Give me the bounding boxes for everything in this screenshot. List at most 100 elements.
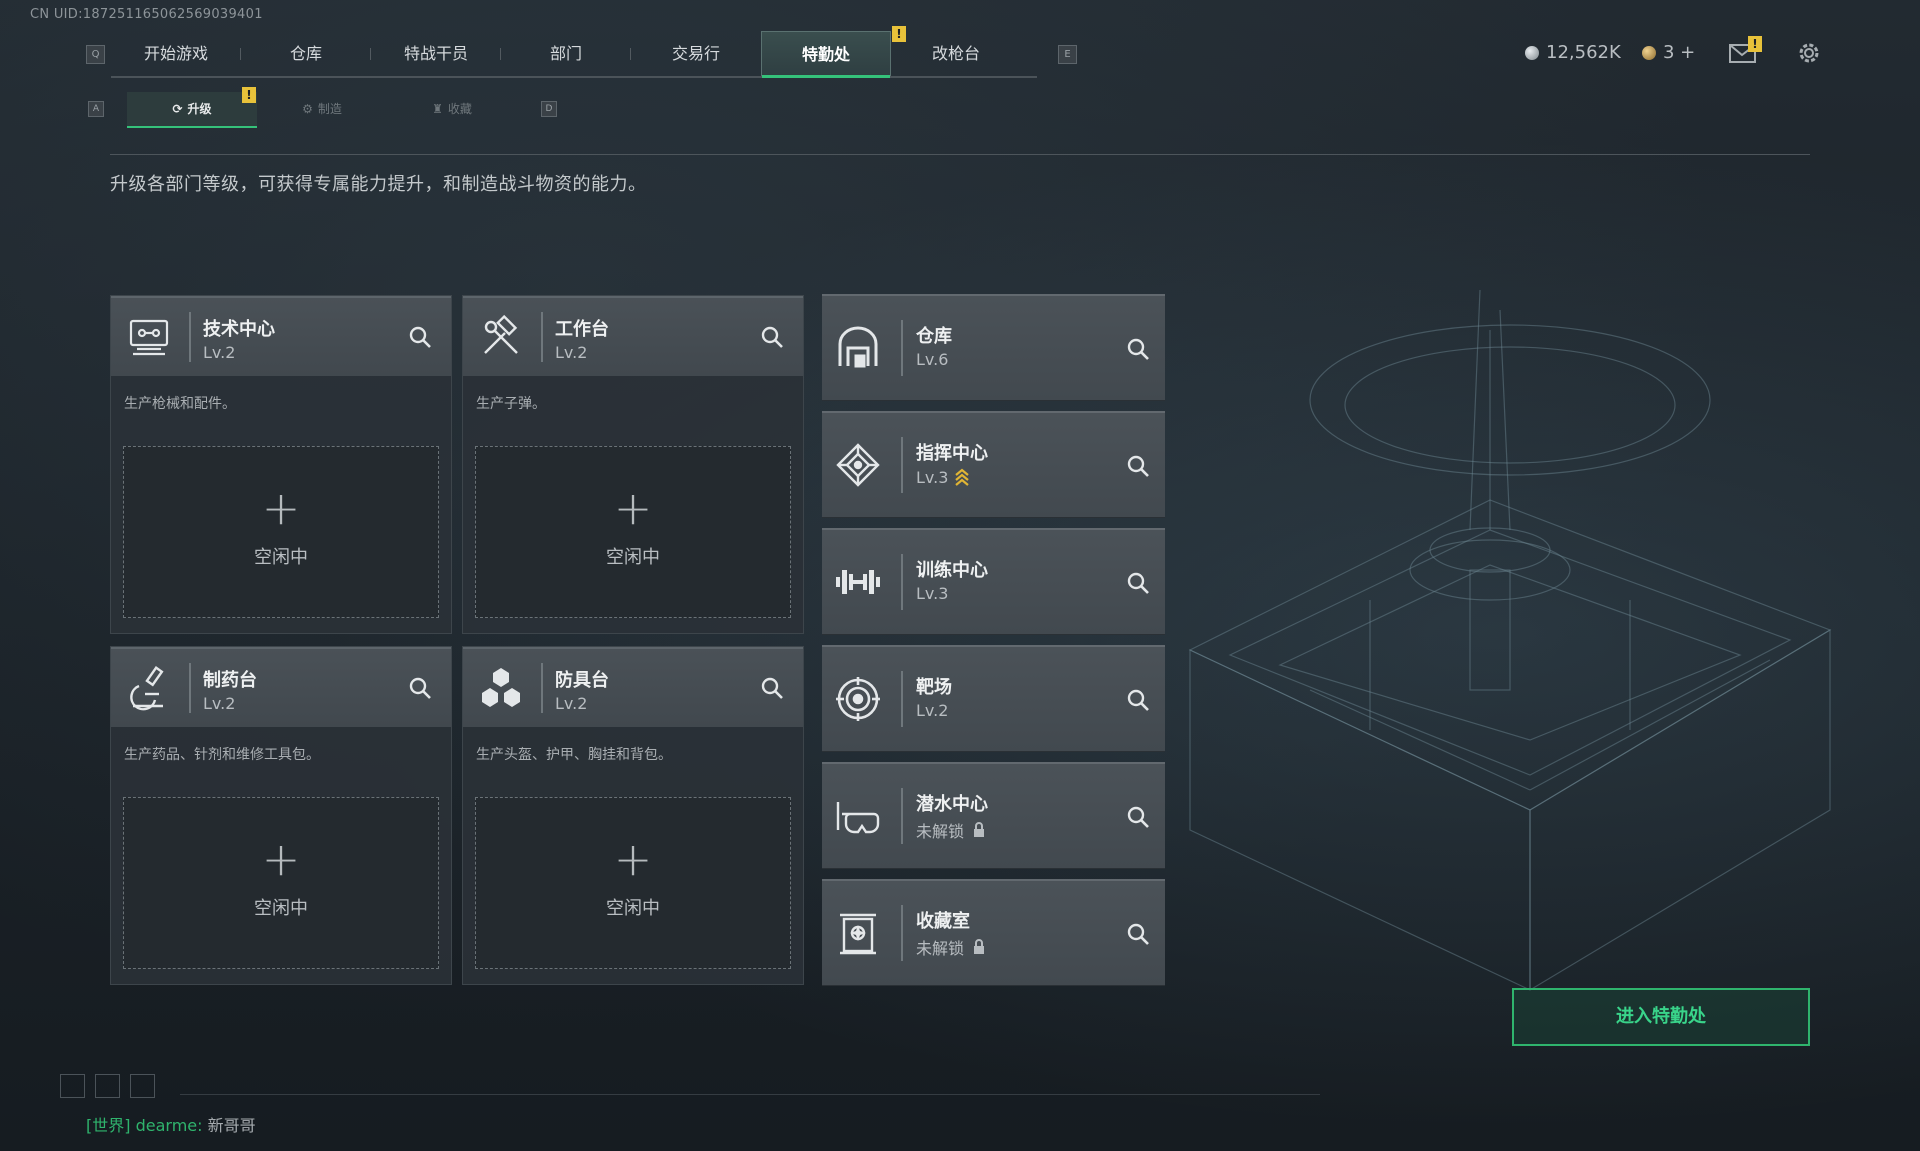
workshop-description: 生产药品、针剂和维修工具包。 bbox=[124, 747, 320, 763]
search-icon[interactable] bbox=[1125, 570, 1151, 596]
search-icon[interactable] bbox=[1125, 804, 1151, 830]
uid-label: CN UID:18725116506256903940​1 bbox=[30, 7, 263, 22]
tab-label: 交易行 bbox=[671, 44, 720, 63]
subtab-label: 升级 bbox=[187, 102, 212, 116]
level-text: Lv.6 bbox=[916, 350, 949, 369]
page-description: 升级各部门等级，可获得专属能力提升，和制造战斗物资的能力。 bbox=[110, 174, 647, 195]
facility-shooting-range[interactable]: 靶场 Lv.2 bbox=[822, 645, 1165, 752]
diving-mask-icon bbox=[836, 802, 880, 834]
chat-user: dearme: bbox=[135, 1116, 203, 1135]
chat-tab-icon[interactable] bbox=[130, 1074, 155, 1098]
search-icon[interactable] bbox=[1125, 921, 1151, 947]
tab-operators[interactable]: 特战干员 bbox=[371, 31, 501, 76]
search-icon[interactable] bbox=[1125, 336, 1151, 362]
chat-text: 新哥哥 bbox=[207, 1116, 256, 1135]
currency-display: 12,562K bbox=[1525, 42, 1621, 63]
production-slot[interactable]: + 空闲中 bbox=[123, 797, 439, 969]
workshop-card-armor: 防具台 Lv.2 生产头盔、护甲、胸挂和背包。 + 空闲中 bbox=[462, 646, 804, 985]
search-icon[interactable] bbox=[1125, 687, 1151, 713]
subtab-craft[interactable]: ⚙ 制造 bbox=[257, 92, 387, 128]
facility-warehouse[interactable]: 仓库 Lv.6 bbox=[822, 294, 1165, 401]
workshop-description: 生产枪械和配件。 bbox=[124, 396, 236, 412]
token-amount: 3 + bbox=[1663, 42, 1696, 63]
upgrade-icon: ⟳ bbox=[172, 102, 183, 116]
microscope-icon bbox=[130, 666, 164, 711]
prev-subtab-key[interactable]: A bbox=[88, 101, 104, 117]
search-icon[interactable] bbox=[407, 324, 433, 350]
token-display[interactable]: 3 + bbox=[1642, 42, 1695, 63]
card-header: 制药台 Lv.2 bbox=[111, 647, 451, 727]
search-icon[interactable] bbox=[759, 324, 785, 350]
workshop-name: 制药台 bbox=[203, 670, 257, 691]
tab-label: 部门 bbox=[549, 44, 582, 63]
item-divider bbox=[901, 905, 903, 961]
workshop-level: Lv.2 bbox=[555, 343, 588, 362]
chat-message[interactable]: [世界] dearme: 新哥哥 bbox=[86, 1112, 256, 1136]
facility-command-center[interactable]: 指挥中心 Lv.3 bbox=[822, 411, 1165, 518]
currency-coin-icon bbox=[1525, 45, 1539, 60]
tab-trading[interactable]: 交易行 bbox=[631, 31, 761, 76]
tab-start-game[interactable]: 开始游戏 bbox=[111, 31, 241, 76]
warehouse-icon bbox=[838, 326, 878, 368]
subtab-upgrade[interactable]: ⟳ 升级 bbox=[127, 92, 257, 128]
upgrade-alert-badge: ! bbox=[242, 87, 256, 103]
level-text: 未解锁 bbox=[916, 822, 965, 841]
card-header: 工作台 Lv.2 bbox=[463, 296, 803, 376]
chat-toggle-icons[interactable] bbox=[60, 1074, 155, 1098]
gear-icon[interactable] bbox=[1796, 40, 1822, 66]
search-icon[interactable] bbox=[1125, 453, 1151, 479]
workshop-level: Lv.2 bbox=[203, 694, 236, 713]
mail-alert-badge: ! bbox=[1748, 36, 1762, 52]
plus-icon: + bbox=[613, 481, 653, 535]
facility-collection-room[interactable]: 收藏室 未解锁 bbox=[822, 879, 1165, 986]
header-divider bbox=[189, 312, 191, 362]
tab-label: 改枪台 bbox=[931, 44, 980, 63]
search-icon[interactable] bbox=[407, 675, 433, 701]
production-slot[interactable]: + 空闲中 bbox=[123, 446, 439, 618]
header-divider bbox=[541, 663, 543, 713]
prev-tab-key[interactable]: Q bbox=[86, 45, 105, 64]
workshop-description: 生产头盔、护甲、胸挂和背包。 bbox=[476, 747, 672, 763]
subtab-collection[interactable]: ♜ 收藏 bbox=[387, 92, 517, 128]
tab-special-ops[interactable]: 特勤处 bbox=[761, 31, 891, 78]
plus-icon: + bbox=[261, 832, 301, 886]
tab-departments[interactable]: 部门 bbox=[501, 31, 631, 76]
facility-level: 未解锁 bbox=[916, 935, 986, 959]
header-divider bbox=[189, 663, 191, 713]
facility-diving-center[interactable]: 潜水中心 未解锁 bbox=[822, 762, 1165, 869]
chat-tab-icon[interactable] bbox=[60, 1074, 85, 1098]
tab-gunsmith[interactable]: 改枪台 bbox=[891, 31, 1021, 76]
chat-tab-icon[interactable] bbox=[95, 1074, 120, 1098]
next-tab-key[interactable]: E bbox=[1058, 45, 1077, 64]
item-divider bbox=[901, 320, 903, 376]
armor-boxes-icon bbox=[482, 668, 520, 707]
alert-badge: ! bbox=[892, 26, 906, 42]
next-subtab-key[interactable]: D bbox=[541, 101, 557, 117]
level-text: Lv.2 bbox=[916, 701, 949, 720]
card-header: 技术中心 Lv.2 bbox=[111, 296, 451, 376]
tab-warehouse[interactable]: 仓库 bbox=[241, 31, 371, 76]
dumbbell-icon bbox=[836, 570, 880, 594]
slot-status: 空闲中 bbox=[606, 898, 660, 919]
collection-tab-icon: ♜ bbox=[432, 102, 443, 116]
target-icon bbox=[836, 677, 880, 721]
facility-level: Lv.6 bbox=[916, 350, 948, 369]
production-slot[interactable]: + 空闲中 bbox=[475, 797, 791, 969]
enter-special-ops-button[interactable]: 进入特勤处 bbox=[1512, 988, 1810, 1046]
tech-center-icon bbox=[129, 319, 169, 356]
sub-nav: ⟳ 升级 ⚙ 制造 ♜ 收藏 bbox=[127, 92, 517, 128]
workshop-level: Lv.2 bbox=[203, 343, 236, 362]
command-center-icon bbox=[836, 443, 880, 487]
production-slot[interactable]: + 空闲中 bbox=[475, 446, 791, 618]
facility-name: 潜水中心 bbox=[916, 794, 988, 815]
level-text: 未解锁 bbox=[916, 939, 965, 958]
collection-icon bbox=[840, 913, 876, 955]
facility-level: Lv.2 bbox=[916, 701, 948, 720]
search-icon[interactable] bbox=[759, 675, 785, 701]
facility-name: 收藏室 bbox=[916, 911, 970, 932]
item-divider bbox=[901, 671, 903, 727]
plus-icon: + bbox=[613, 832, 653, 886]
level-text: Lv.3 bbox=[916, 467, 949, 487]
workshop-description: 生产子弹。 bbox=[476, 396, 546, 412]
facility-training-center[interactable]: 训练中心 Lv.3 bbox=[822, 528, 1165, 635]
